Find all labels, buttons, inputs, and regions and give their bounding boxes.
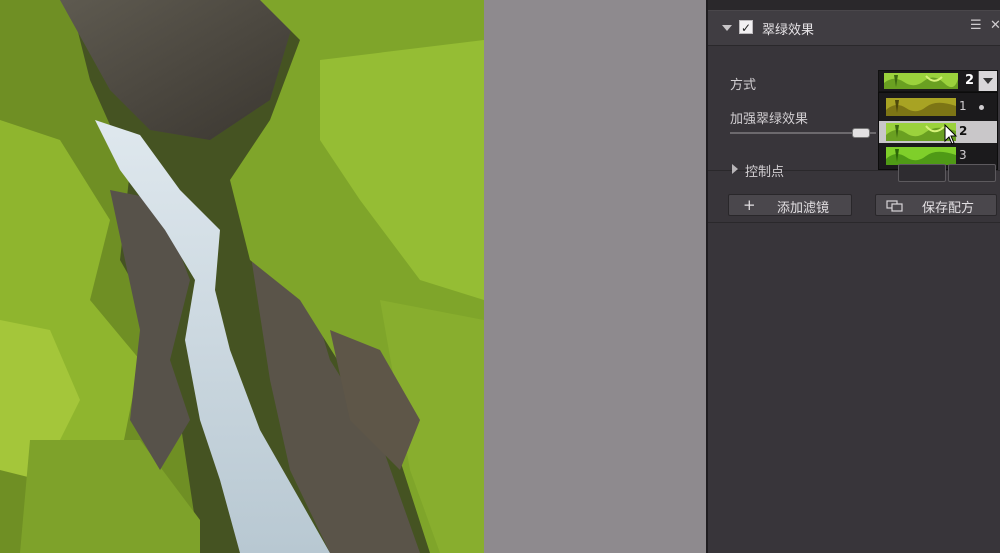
option-number: 2 xyxy=(959,124,968,138)
close-icon[interactable]: ✕ xyxy=(990,18,1000,33)
enhance-label: 加强翠绿效果 xyxy=(730,112,809,127)
dropdown-arrow-icon[interactable] xyxy=(978,71,997,91)
add-filter-button[interactable]: + 添加滤镜 xyxy=(728,194,852,216)
filter-title: 翠绿效果 xyxy=(762,23,815,38)
expand-triangle-icon[interactable] xyxy=(722,25,732,31)
enhance-slider-handle[interactable] xyxy=(852,128,871,138)
option-thumbnail xyxy=(886,98,956,116)
save-recipe-label: 保存配方 xyxy=(922,201,975,216)
option-number: 3 xyxy=(959,148,967,162)
menu-icon[interactable]: ☰ xyxy=(970,18,982,33)
control-points-label[interactable]: 控制点 xyxy=(745,161,784,180)
save-recipe-button[interactable]: 保存配方 xyxy=(875,194,997,216)
mouse-cursor-icon xyxy=(944,124,958,145)
expand-triangle-icon[interactable] xyxy=(732,164,738,174)
filter-enable-checkbox[interactable]: ✓ xyxy=(739,20,753,35)
current-option-dot xyxy=(979,105,984,110)
method-option-2[interactable]: 2 xyxy=(879,121,997,143)
option-number: 1 xyxy=(959,99,967,113)
method-option-1[interactable]: 1 xyxy=(879,96,997,118)
photo-preview xyxy=(0,0,484,553)
checkbox-check-icon: ✓ xyxy=(740,21,752,35)
save-recipe-icon xyxy=(886,200,903,212)
canvas-background xyxy=(484,0,706,553)
panel-top-strip xyxy=(708,0,1000,11)
add-filter-label: 添加滤镜 xyxy=(777,201,830,216)
method-dropdown[interactable]: 2 xyxy=(878,70,998,92)
method-value: 2 xyxy=(965,73,975,88)
section-divider xyxy=(708,222,1000,223)
method-options-list: 1 2 3 xyxy=(878,92,998,170)
plus-icon: + xyxy=(743,196,756,214)
filter-panel: ✓ 翠绿效果 ☰ ✕ 方式 2 1 2 3 加强翠绿效果 控制点 + 添加滤镜 … xyxy=(706,0,1000,553)
waterfall-photo xyxy=(0,0,484,553)
option-thumbnail xyxy=(886,147,956,165)
method-label: 方式 xyxy=(730,78,757,93)
remove-control-point-button[interactable] xyxy=(948,164,996,182)
filter-header[interactable]: ✓ 翠绿效果 ☰ ✕ xyxy=(708,11,1000,46)
add-control-point-button[interactable] xyxy=(898,164,946,182)
method-thumbnail xyxy=(884,73,958,89)
